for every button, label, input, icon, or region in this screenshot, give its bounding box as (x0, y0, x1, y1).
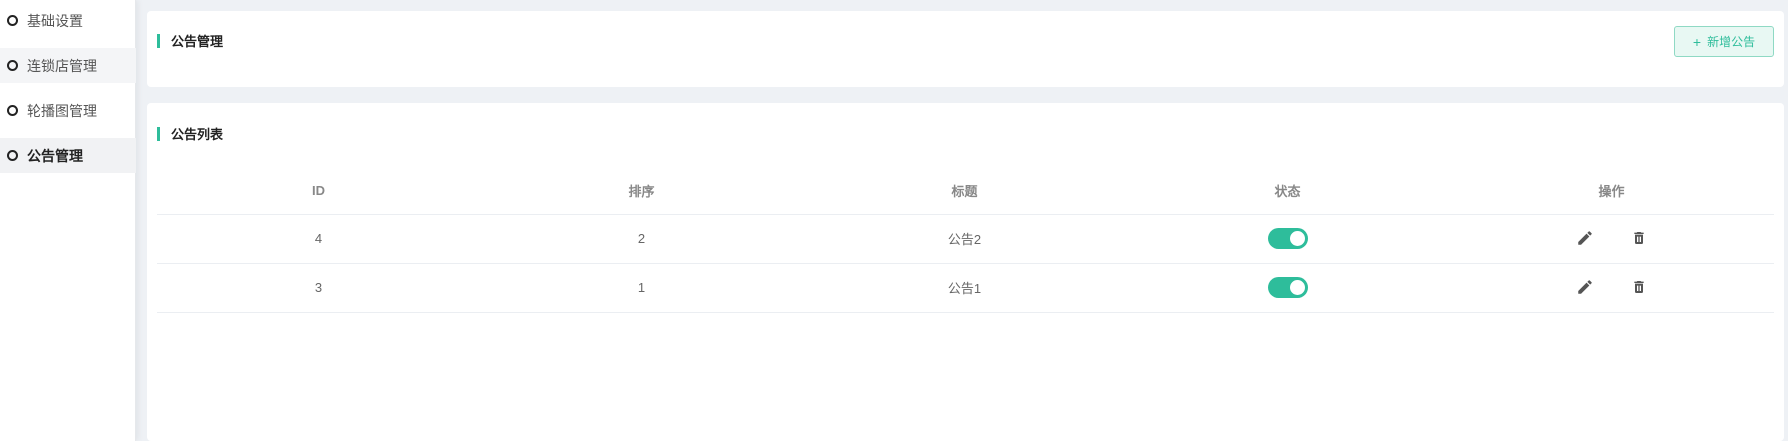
card-title: 公告管理 (157, 31, 223, 50)
cell-title: 公告2 (803, 214, 1126, 264)
sidebar-item-label: 轮播图管理 (27, 102, 97, 119)
cell-actions (1449, 263, 1774, 313)
toggle-knob (1289, 280, 1305, 295)
toggle-knob (1289, 231, 1305, 246)
sidebar-item-label: 连锁店管理 (27, 57, 97, 74)
edit-icon[interactable] (1575, 228, 1595, 248)
cell-title: 公告1 (803, 263, 1126, 313)
column-header-id: ID (157, 167, 480, 215)
list-title: 公告列表 (171, 127, 224, 142)
column-header-actions: 操作 (1449, 167, 1774, 215)
sidebar-item-basic-settings[interactable]: 基础设置 (0, 3, 136, 38)
add-announcement-label: 新增公告 (1707, 35, 1756, 49)
cell-order: 1 (480, 263, 803, 313)
cell-id: 4 (157, 214, 480, 264)
delete-icon[interactable] (1629, 228, 1649, 248)
title-accent-bar (157, 126, 160, 141)
sidebar-item-chain-store[interactable]: 连锁店管理 (0, 48, 136, 83)
delete-icon[interactable] (1629, 277, 1649, 297)
announcement-table: ID 排序 标题 状态 操作 4 2 公告2 3 1 公告1 (157, 167, 1774, 313)
page-title: 公告管理 (171, 34, 224, 49)
header-card: 公告管理 + 新增公告 (147, 11, 1784, 87)
table-row: 4 2 公告2 (157, 214, 1774, 264)
title-accent-bar (157, 33, 160, 48)
cell-actions (1449, 214, 1774, 264)
cell-status (1126, 263, 1449, 313)
circle-icon (7, 60, 18, 71)
sidebar-item-label: 基础设置 (27, 12, 83, 29)
sidebar-item-announcements[interactable]: 公告管理 (0, 138, 136, 173)
column-header-title: 标题 (803, 167, 1126, 215)
circle-icon (7, 15, 18, 26)
column-header-status: 状态 (1126, 167, 1449, 215)
table-row: 3 1 公告1 (157, 263, 1774, 313)
status-toggle[interactable] (1267, 228, 1308, 249)
edit-icon[interactable] (1575, 277, 1595, 297)
cell-id: 3 (157, 263, 480, 313)
cell-order: 2 (480, 214, 803, 264)
add-announcement-button[interactable]: + 新增公告 (1674, 26, 1774, 57)
sidebar-item-label: 公告管理 (27, 147, 83, 164)
status-toggle[interactable] (1267, 277, 1308, 298)
circle-icon (7, 150, 18, 161)
column-header-order: 排序 (480, 167, 803, 215)
circle-icon (7, 105, 18, 116)
sidebar: 基础设置 连锁店管理 轮播图管理 公告管理 (0, 0, 136, 441)
table-header-row: ID 排序 标题 状态 操作 (157, 167, 1774, 215)
sidebar-item-carousel[interactable]: 轮播图管理 (0, 93, 136, 128)
cell-status (1126, 214, 1449, 264)
card-title: 公告列表 (157, 124, 223, 143)
plus-icon: + (1692, 33, 1702, 50)
